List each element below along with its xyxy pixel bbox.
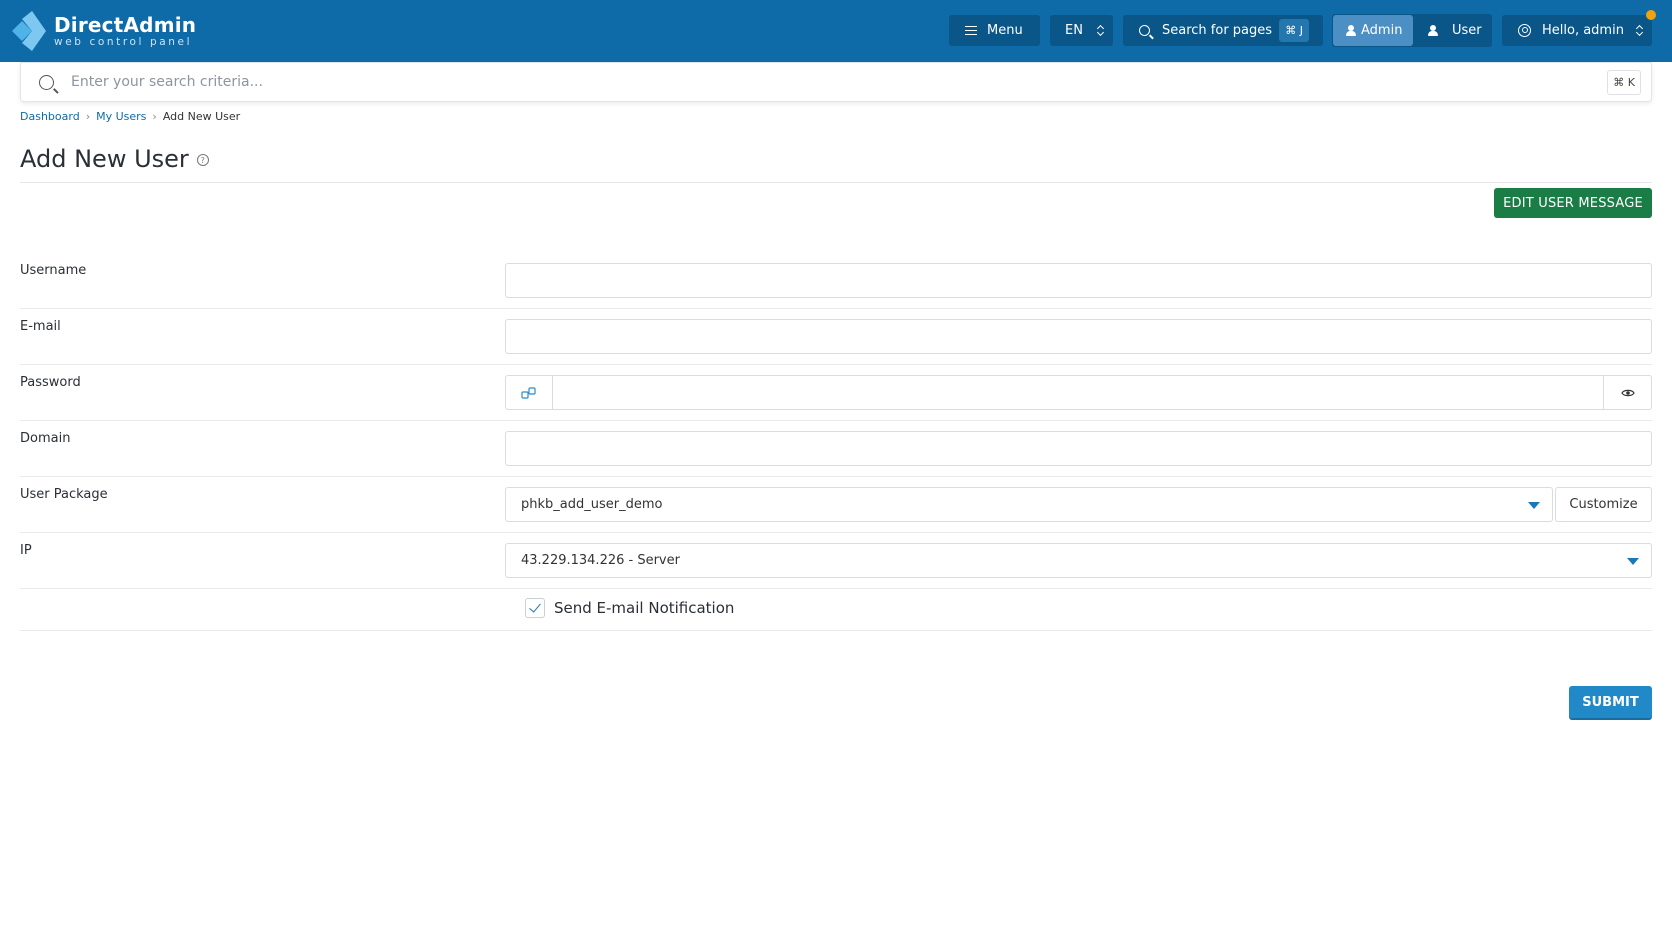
caret-down-icon [1528, 502, 1540, 509]
password-label: Password [20, 375, 81, 390]
ip-select[interactable]: 43.229.134.226 - Server [505, 543, 1652, 578]
help-icon[interactable]: ? [196, 154, 209, 166]
notification-dot [1646, 10, 1656, 20]
ip-selected: 43.229.134.226 - Server [521, 553, 680, 568]
submit-button[interactable]: SUBMIT [1569, 686, 1652, 720]
menu-button[interactable]: Menu [949, 15, 1040, 46]
ip-label: IP [20, 543, 32, 558]
customize-package-button[interactable]: Customize [1555, 487, 1652, 522]
edit-user-message-button[interactable]: EDIT USER MESSAGE [1494, 188, 1652, 218]
domain-field-wrapper [505, 431, 1652, 466]
eye-icon [1620, 389, 1635, 396]
page-title: Add New User [20, 145, 189, 173]
language-selector[interactable]: EN [1050, 15, 1113, 46]
directadmin-logo[interactable]: DirectAdmin web control panel [10, 10, 196, 52]
send-email-notification-label[interactable]: Send E-mail Notification [554, 599, 734, 617]
account-circle-icon [1518, 24, 1531, 37]
username-input[interactable] [506, 264, 1651, 297]
username-field-wrapper [505, 263, 1652, 298]
search-icon [39, 75, 54, 90]
menu-button-label: Menu [987, 23, 1023, 38]
top-navigation-bar: DirectAdmin web control panel Menu EN Se… [0, 0, 1672, 62]
email-field-wrapper [505, 319, 1652, 354]
global-search-input[interactable] [71, 68, 1571, 96]
role-user-label: User [1452, 23, 1482, 38]
breadcrumb-my-users[interactable]: My Users [96, 110, 146, 123]
language-label: EN [1065, 23, 1083, 38]
role-admin-label: Admin [1361, 23, 1403, 38]
global-search-bar: ⌘ K [20, 62, 1652, 102]
hamburger-icon [965, 26, 977, 35]
admin-user-icon [1346, 25, 1356, 36]
chevron-up-down-icon [1097, 24, 1105, 37]
search-shortcut-badge: ⌘ K [1607, 70, 1641, 95]
search-pages-label: Search for pages [1162, 23, 1273, 38]
username-label: Username [20, 263, 87, 278]
chevron-right-icon: › [152, 110, 157, 123]
password-input[interactable] [553, 376, 1603, 409]
notification-row [20, 589, 1652, 631]
send-email-notification-checkbox[interactable] [525, 598, 545, 618]
brand-title: DirectAdmin [54, 12, 197, 37]
search-pages-button[interactable]: Search for pages ⌘ J [1123, 15, 1323, 46]
account-menu-button[interactable]: Hello, admin [1502, 15, 1652, 46]
user-package-label: User Package [20, 487, 108, 502]
random-generate-icon [521, 386, 536, 399]
role-admin-button[interactable]: Admin [1333, 15, 1413, 46]
search-icon [1139, 25, 1150, 36]
page-title-container: Add New User ? [20, 145, 209, 173]
email-label: E-mail [20, 319, 61, 334]
domain-input[interactable] [506, 432, 1651, 465]
generate-password-button[interactable] [505, 375, 553, 410]
user-icon [1428, 25, 1438, 36]
title-divider [20, 182, 1652, 183]
domain-label: Domain [20, 431, 71, 446]
password-field-wrapper [553, 375, 1604, 410]
role-user-button[interactable]: User [1418, 15, 1490, 46]
directadmin-logo-icon [12, 11, 46, 51]
chevron-right-icon: › [85, 110, 91, 123]
breadcrumb-current: Add New User [162, 110, 241, 123]
email-input[interactable] [506, 320, 1651, 353]
role-switcher: Admin User [1332, 14, 1492, 47]
brand-subtitle: web control panel [54, 35, 193, 48]
breadcrumb: Dashboard › My Users › Add New User [20, 110, 240, 123]
user-package-select[interactable]: phkb_add_user_demo [505, 487, 1553, 522]
greeting-label: Hello, admin [1542, 23, 1624, 38]
chevron-up-down-icon [1636, 24, 1644, 37]
breadcrumb-dashboard[interactable]: Dashboard [20, 110, 80, 123]
user-package-selected: phkb_add_user_demo [521, 497, 663, 512]
search-pages-shortcut: ⌘ J [1279, 19, 1309, 42]
toggle-password-visibility-button[interactable] [1604, 375, 1652, 410]
caret-down-icon [1627, 558, 1639, 565]
